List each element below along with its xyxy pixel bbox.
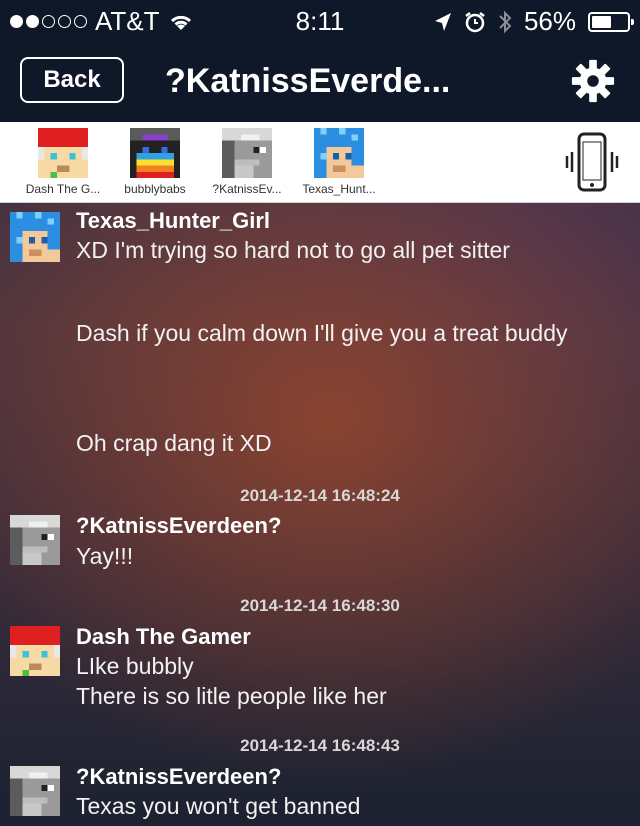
timestamp: 2014-12-14 16:48:30 xyxy=(240,596,400,615)
blue-avatar[interactable] xyxy=(10,212,60,262)
grey-avatar xyxy=(222,128,272,178)
rainbow-avatar xyxy=(130,128,180,178)
gear-icon[interactable] xyxy=(570,58,616,104)
battery-percent: 56% xyxy=(523,6,576,36)
member-texas[interactable]: Texas_Hunt... xyxy=(293,128,385,196)
sender-name[interactable]: ?KatnissEverdeen? xyxy=(76,513,281,539)
member-name: ?KatnissEv... xyxy=(212,182,282,196)
member-name: bubblybabs xyxy=(124,182,186,196)
red-hat-avatar xyxy=(38,128,88,178)
member-bubblybabs[interactable]: bubblybabs xyxy=(109,128,201,196)
message-text: XD I'm trying so hard not to go all pet … xyxy=(76,237,510,263)
bluetooth-icon xyxy=(499,10,512,33)
sender-name[interactable]: Dash The Gamer xyxy=(76,624,251,650)
message-group: ?KatnissEverdeen? Texas you won't get ba… xyxy=(0,762,640,826)
status-bar: AT&T 8:11 56% xyxy=(0,0,640,40)
back-button[interactable]: Back xyxy=(20,57,124,103)
member-name: Texas_Hunt... xyxy=(302,182,376,196)
message-text: Texas you won't get banned xyxy=(76,793,361,819)
sender-name[interactable]: ?KatnissEverdeen? xyxy=(76,764,281,790)
navigation-bar: Back ?KatnissEverde... xyxy=(0,40,640,122)
message-text: Oh crap dang it XD xyxy=(76,430,272,456)
page-title: ?KatnissEverde... xyxy=(165,62,451,100)
member-katniss[interactable]: ?KatnissEv... xyxy=(201,128,293,196)
blue-avatar xyxy=(314,128,364,178)
message-group: Dash The Gamer LIke bubbly There is so l… xyxy=(0,622,640,712)
top-bar: AT&T 8:11 56% Back ?KatnissEverde... xyxy=(0,0,640,122)
vibrate-phone-icon[interactable] xyxy=(562,130,622,194)
message-text: LIke bubbly xyxy=(76,653,194,679)
location-arrow-icon xyxy=(434,12,451,31)
message-text: Dash if you calm down I'll give you a tr… xyxy=(76,320,568,346)
member-name: Dash The G... xyxy=(25,182,101,196)
sender-name[interactable]: Texas_Hunter_Girl xyxy=(76,208,270,234)
member-dash[interactable]: Dash The G... xyxy=(17,128,109,196)
red-hat-avatar[interactable] xyxy=(10,626,60,676)
message-group: Texas_Hunter_Girl XD I'm trying so hard … xyxy=(0,206,640,476)
timestamp: 2014-12-14 16:48:43 xyxy=(240,736,400,755)
grey-avatar[interactable] xyxy=(10,515,60,565)
member-strip: Dash The G... bubblybabs ?KatnissEv... T… xyxy=(0,122,640,203)
message-text: There is so litle people like her xyxy=(76,683,387,709)
timestamp: 2014-12-14 16:48:24 xyxy=(240,486,400,505)
message-text: Yay!!! xyxy=(76,543,134,569)
alarm-icon xyxy=(465,11,485,32)
grey-avatar[interactable] xyxy=(10,766,60,816)
battery-icon xyxy=(588,11,634,32)
message-group: ?KatnissEverdeen? Yay!!! xyxy=(0,511,640,571)
